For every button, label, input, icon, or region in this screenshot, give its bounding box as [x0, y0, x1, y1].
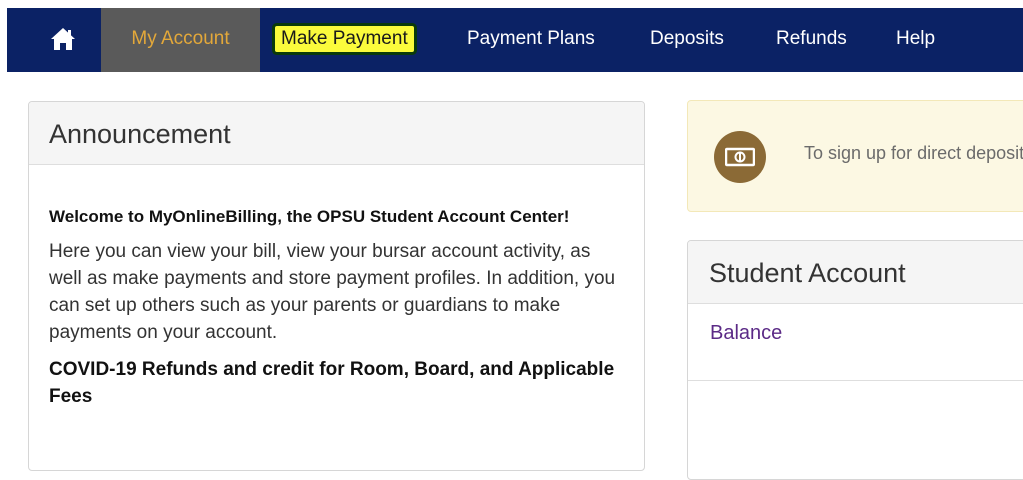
nav-my-account[interactable]: My Account — [101, 8, 260, 72]
home-icon — [51, 28, 75, 50]
student-account-title: Student Account — [688, 241, 1023, 304]
welcome-text: Welcome to MyOnlineBilling, the OPSU Stu… — [49, 207, 570, 226]
covid-heading: COVID-19 Refunds and credit for Room, Bo… — [49, 359, 615, 407]
nav-help[interactable]: Help — [896, 8, 935, 72]
home-button[interactable] — [49, 25, 77, 53]
nav-make-payment-label: Make Payment — [275, 26, 414, 52]
panel-divider — [688, 380, 1023, 381]
top-navbar: My Account Make Payment Payment Plans De… — [7, 8, 1023, 72]
nav-make-payment[interactable]: Make Payment — [275, 8, 414, 72]
announcement-paragraph: Here you can view your bill, view your b… — [49, 241, 616, 343]
direct-deposit-notice: To sign up for direct deposit — [687, 100, 1023, 212]
money-icon — [725, 147, 755, 167]
student-account-panel: Student Account Balance — [687, 240, 1023, 480]
announcement-title: Announcement — [29, 102, 644, 165]
announcement-panel: Announcement Welcome to MyOnlineBilling,… — [28, 101, 645, 471]
nav-payment-plans[interactable]: Payment Plans — [467, 8, 595, 72]
notice-text: To sign up for direct deposit — [804, 143, 1023, 163]
nav-refunds[interactable]: Refunds — [776, 8, 847, 72]
top-strip — [0, 0, 1023, 8]
nav-deposits[interactable]: Deposits — [650, 8, 724, 72]
announcement-body: Welcome to MyOnlineBilling, the OPSU Stu… — [29, 165, 644, 410]
money-icon-circle — [714, 131, 766, 183]
balance-link[interactable]: Balance — [710, 322, 782, 345]
